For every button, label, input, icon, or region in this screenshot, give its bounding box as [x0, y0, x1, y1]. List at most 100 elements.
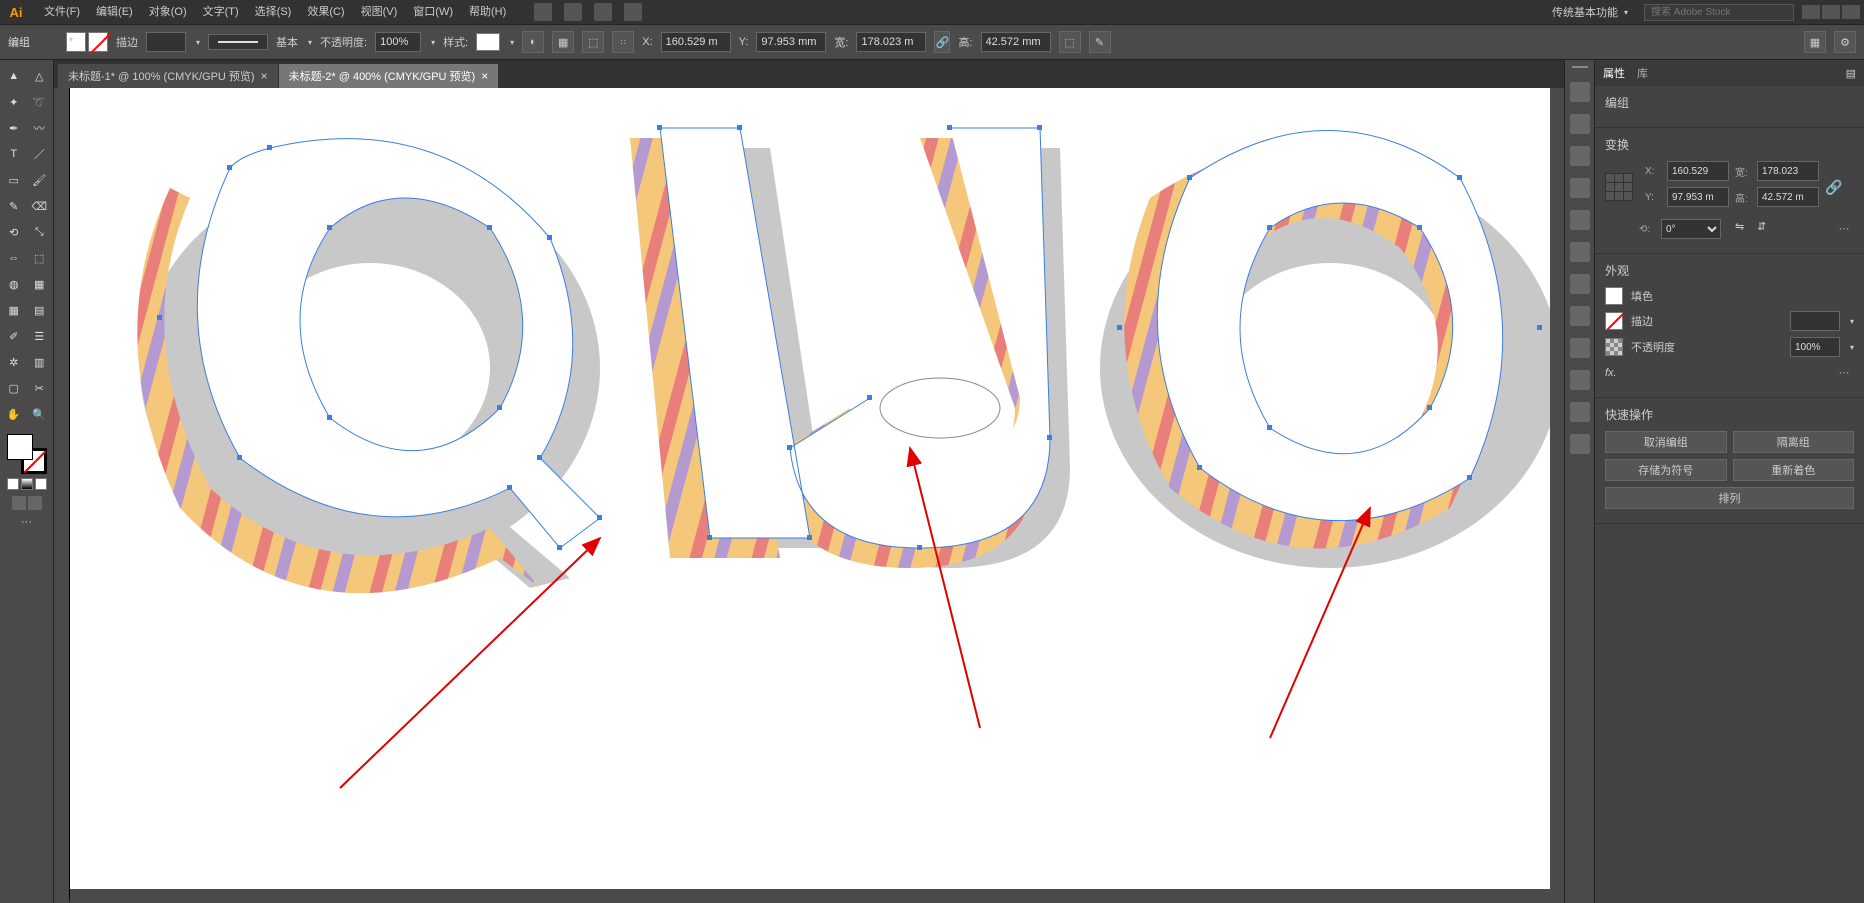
menu-view[interactable]: 视图(V) [353, 0, 406, 24]
transform-icon[interactable]: ⬚ [582, 31, 604, 53]
appearance-opacity-input[interactable] [1790, 337, 1840, 357]
appearance-fill-swatch[interactable] [1605, 287, 1623, 305]
fx-button[interactable]: fx. [1605, 367, 1617, 379]
tool-magic-wand[interactable]: ✦ [2, 90, 26, 114]
artboard[interactable] [70, 88, 1550, 898]
recolor-icon[interactable]: ◐ [522, 31, 544, 53]
maximize-button[interactable] [1822, 5, 1840, 19]
dock-graphic-styles-icon[interactable] [1570, 338, 1590, 358]
link-wh-icon[interactable]: 🔗 [934, 31, 950, 53]
dock-appearance-icon[interactable] [1570, 306, 1590, 326]
tool-shape-builder[interactable]: ◍ [2, 272, 26, 296]
dock-stroke-icon[interactable] [1570, 210, 1590, 230]
close-button[interactable] [1842, 5, 1860, 19]
tab-close-icon[interactable]: × [261, 69, 268, 83]
screen-mode-full[interactable] [28, 496, 42, 510]
tool-perspective[interactable]: ▦ [28, 272, 52, 296]
reference-point-grid[interactable] [1605, 173, 1633, 201]
scrollbar-vertical[interactable] [1550, 88, 1564, 889]
tab-doc-1[interactable]: 未标题-1* @ 100% (CMYK/GPU 预览) × [58, 64, 278, 88]
tool-mesh[interactable]: ▦ [2, 298, 26, 322]
save-as-symbol-button[interactable]: 存储为符号 [1605, 459, 1727, 481]
graphic-style-swatch[interactable] [476, 33, 500, 51]
menu-object[interactable]: 对象(O) [141, 0, 195, 24]
isolate-icon[interactable]: ⬚ [1059, 31, 1081, 53]
bridge-icon[interactable] [534, 3, 552, 21]
fill-color[interactable] [7, 434, 33, 460]
screen-mode-normal[interactable] [12, 496, 26, 510]
tool-scale[interactable]: ⤡ [28, 220, 52, 244]
dock-links-icon[interactable] [1570, 402, 1590, 422]
prop-rotation-input[interactable]: 0° [1661, 219, 1721, 239]
align-icon[interactable]: ▦ [552, 31, 574, 53]
opacity-input[interactable] [375, 32, 421, 52]
dock-brushes-icon[interactable] [1570, 146, 1590, 166]
edit-contents-icon[interactable]: ✎ [1089, 31, 1111, 53]
prop-y-input[interactable] [1667, 187, 1729, 207]
dock-transparency-icon[interactable] [1570, 274, 1590, 294]
color-mode-none[interactable] [35, 478, 47, 490]
style-menu[interactable] [508, 36, 514, 48]
tool-paintbrush[interactable]: 🖌 [28, 168, 52, 192]
menu-window[interactable]: 窗口(W) [405, 0, 461, 24]
stroke-weight-menu[interactable] [194, 36, 200, 48]
stroke-weight-dropdown[interactable] [1848, 315, 1854, 327]
tool-gradient[interactable]: ▤ [28, 298, 52, 322]
appearance-more-icon[interactable]: ··· [1834, 363, 1854, 383]
arrange-icon[interactable] [594, 3, 612, 21]
dock-gradient-icon[interactable] [1570, 242, 1590, 262]
flip-h-icon[interactable]: ⇋ [1735, 220, 1753, 238]
h-input[interactable] [981, 32, 1051, 52]
fill-stroke-selector[interactable] [7, 434, 47, 474]
tool-curvature[interactable]: 〰 [28, 116, 52, 140]
link-wh-icon[interactable]: 🔗 [1825, 179, 1842, 196]
menu-help[interactable]: 帮助(H) [461, 0, 514, 24]
ungroup-button[interactable]: 取消编组 [1605, 431, 1727, 453]
tool-selection[interactable]: ▲ [2, 64, 26, 88]
tool-artboard[interactable]: ▢ [2, 376, 26, 400]
brush-preview[interactable] [208, 34, 268, 50]
workspace-switcher[interactable]: 传统基本功能 [1544, 2, 1636, 22]
edit-toolbar-button[interactable]: ··· [4, 516, 49, 528]
opacity-menu[interactable] [429, 36, 435, 48]
menu-type[interactable]: 文字(T) [195, 0, 247, 24]
tool-blend[interactable]: ☰ [28, 324, 52, 348]
dock-swatches-icon[interactable] [1570, 114, 1590, 134]
tool-zoom[interactable]: 🔍 [28, 402, 52, 426]
tool-rotate[interactable]: ⟲ [2, 220, 26, 244]
opacity-dropdown[interactable] [1848, 341, 1854, 353]
prop-h-input[interactable] [1757, 187, 1819, 207]
tool-width[interactable]: ⇔ [2, 246, 26, 270]
menu-edit[interactable]: 编辑(E) [88, 0, 141, 24]
y-input[interactable] [756, 32, 826, 52]
dock-grip[interactable] [1572, 66, 1588, 68]
tool-symbol-sprayer[interactable]: ✲ [2, 350, 26, 374]
dock-color-icon[interactable] [1570, 82, 1590, 102]
tool-rectangle[interactable]: ▭ [2, 168, 26, 192]
panel-menu-icon[interactable]: ▤ [1846, 67, 1856, 80]
tab-doc-2[interactable]: 未标题-2* @ 400% (CMYK/GPU 预览) × [279, 64, 499, 88]
tool-line[interactable]: ／ [28, 142, 52, 166]
tab-close-icon[interactable]: × [481, 69, 488, 83]
stock-icon[interactable] [564, 3, 582, 21]
minimize-button[interactable] [1802, 5, 1820, 19]
prefs-icon[interactable]: ⚙ [1834, 31, 1856, 53]
tool-shaper[interactable]: ✎ [2, 194, 26, 218]
stroke-swatch[interactable] [88, 32, 108, 52]
tool-eyedropper[interactable]: ✐ [2, 324, 26, 348]
panel-tab-libraries[interactable]: 库 [1637, 65, 1648, 81]
tool-slice[interactable]: ✂ [28, 376, 52, 400]
prop-x-input[interactable] [1667, 161, 1729, 181]
gpu-icon[interactable] [624, 3, 642, 21]
tool-graph[interactable]: ▥ [28, 350, 52, 374]
tool-eraser[interactable]: ⌫ [28, 194, 52, 218]
arrange-button[interactable]: 排列 [1605, 487, 1854, 509]
menu-select[interactable]: 选择(S) [247, 0, 300, 24]
doc-setup-icon[interactable]: ▦ [1804, 31, 1826, 53]
w-input[interactable] [856, 32, 926, 52]
brush-menu[interactable] [306, 36, 312, 48]
panel-tab-properties[interactable]: 属性 [1603, 65, 1625, 81]
dock-layers-icon[interactable] [1570, 370, 1590, 390]
tool-pen[interactable]: ✒ [2, 116, 26, 140]
canvas[interactable] [54, 88, 1564, 903]
